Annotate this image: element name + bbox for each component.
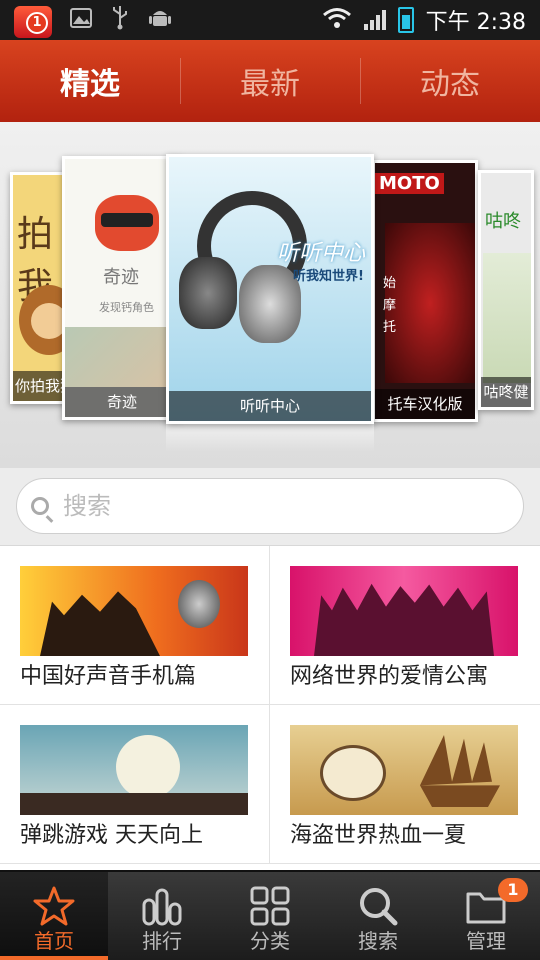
usb-icon: [110, 4, 130, 39]
nav-label: 管理: [466, 929, 506, 953]
bottom-navigation: 首页 排行 分类 搜索 1 管理: [0, 870, 540, 960]
topic-image-singers: [20, 566, 248, 656]
carousel-card-miracle[interactable]: 奇迹 发现钙角色 奇迹: [62, 156, 182, 420]
battery-icon: [397, 7, 414, 33]
app-notification-icon[interactable]: 1: [14, 5, 52, 38]
featured-carousel[interactable]: 拍我 你拍我猜 奇迹 发现钙角色 奇迹 听听中心 听我知世界! 听听中心 MOT…: [0, 122, 540, 468]
ranking-bars-icon: [142, 888, 182, 926]
card-image-text: MOTO: [375, 173, 444, 194]
card-reflection: [166, 422, 374, 452]
nav-label: 首页: [34, 929, 74, 953]
topic-title: 弹跳游戏 天天向上: [20, 823, 203, 848]
cat-mascot-illustration: [95, 195, 159, 251]
signal-strength-icon: [363, 10, 386, 30]
nav-label: 搜索: [358, 929, 398, 953]
topic-image-crowd: [290, 566, 518, 656]
nav-label: 分类: [250, 929, 290, 953]
headphone-cup-left: [179, 257, 237, 329]
topic-title: 网络世界的爱情公寓: [290, 664, 489, 689]
topic-card[interactable]: 中国好声音手机篇: [0, 546, 270, 705]
card-label: 托车汉化版: [375, 389, 475, 419]
card-image-text: 咕咚: [485, 211, 521, 232]
status-bar: 1 下午 2:38: [0, 0, 540, 40]
motorcycle-illustration: [385, 223, 475, 383]
wifi-icon: [322, 6, 352, 34]
map-illustration: [483, 253, 531, 383]
card-image-subtext: 听我知世界!: [293, 269, 364, 284]
star-icon: [33, 886, 75, 926]
search-area: [0, 468, 540, 546]
topic-title: 中国好声音手机篇: [20, 664, 197, 689]
topic-image-ninja: [20, 725, 248, 815]
nav-manage[interactable]: 1 管理: [432, 872, 540, 960]
nav-category[interactable]: 分类: [216, 872, 324, 960]
tab-bar: 精选 最新 动态: [0, 40, 540, 122]
category-grid-icon: [250, 886, 290, 926]
card-image-subtext: 发现钙角色: [99, 301, 154, 314]
nav-ranking[interactable]: 排行: [108, 872, 216, 960]
image-notification-icon: [70, 6, 92, 38]
tab-latest[interactable]: 最新: [180, 40, 360, 122]
search-icon: [360, 888, 398, 926]
nav-search[interactable]: 搜索: [324, 872, 432, 960]
card-image-text: 听听中心: [277, 241, 366, 266]
carousel-card-codoon[interactable]: 咕咚 咕咚健身: [478, 170, 534, 410]
tab-featured[interactable]: 精选: [0, 40, 180, 122]
search-icon: [31, 497, 49, 515]
card-image-sidetext: 始摩托: [383, 276, 397, 335]
card-label: 奇迹: [65, 387, 179, 417]
carousel-card-moto[interactable]: MOTO 始摩托 托车汉化版: [372, 160, 478, 422]
topic-grid: 中国好声音手机篇 网络世界的爱情公寓 弹跳游戏 天天向上 海盗世界热血一夏: [0, 546, 540, 870]
topic-title: 海盗世界热血一夏: [290, 823, 467, 848]
topic-card[interactable]: 网络世界的爱情公寓: [270, 546, 540, 705]
nav-home[interactable]: 首页: [0, 872, 108, 960]
search-input[interactable]: [63, 492, 483, 520]
card-label: 听听中心: [169, 391, 371, 421]
manage-badge: 1: [498, 878, 528, 902]
search-box[interactable]: [16, 478, 524, 534]
nav-label: 排行: [142, 929, 182, 953]
card-image-text: 奇迹: [103, 267, 139, 288]
clock: 下午 2:38: [425, 10, 526, 35]
topic-image-pirate: [290, 725, 518, 815]
notification-badge: 1: [26, 11, 48, 34]
headphone-cup-right: [239, 265, 301, 343]
tab-activity[interactable]: 动态: [360, 40, 540, 122]
topic-card[interactable]: 海盗世界热血一夏: [270, 705, 540, 864]
topic-card[interactable]: 弹跳游戏 天天向上: [0, 705, 270, 864]
card-label: 咕咚健身: [481, 377, 531, 407]
carousel-card-listen-center[interactable]: 听听中心 听我知世界! 听听中心: [166, 154, 374, 424]
android-debug-icon: [148, 5, 172, 38]
city-illustration: [65, 327, 179, 387]
